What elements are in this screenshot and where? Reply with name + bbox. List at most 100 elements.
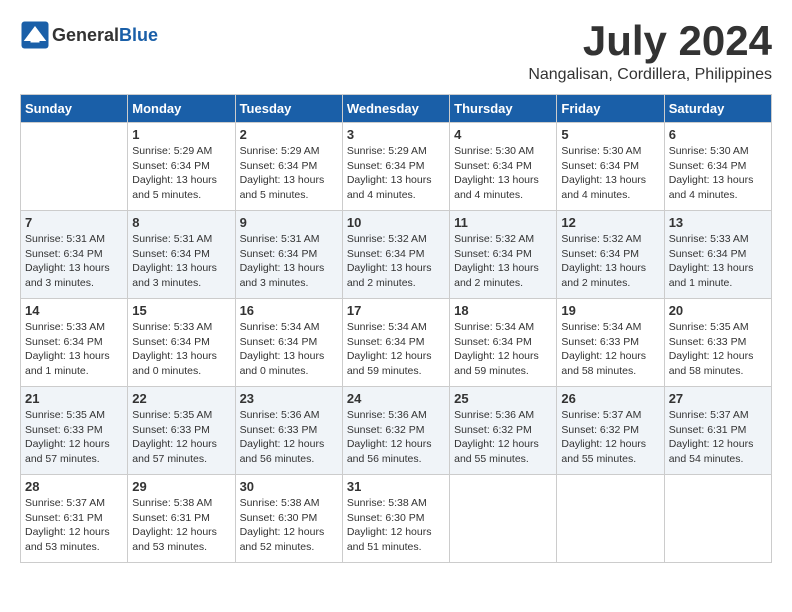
- sunrise-text: Sunrise: 5:33 AM: [669, 233, 749, 245]
- day-number: 24: [347, 391, 445, 406]
- day-info: Sunrise: 5:30 AM Sunset: 6:34 PM Daylight:…: [669, 144, 767, 203]
- sunrise-text: Sunrise: 5:29 AM: [240, 145, 320, 157]
- calendar-week-row: 7Sunrise: 5:31 AMSunset: 6:34 PMDaylight…: [21, 211, 772, 299]
- day-number: 3: [347, 127, 445, 142]
- sunset-text: Sunset: 6:34 PM: [25, 248, 103, 260]
- sunset-text: Sunset: 6:34 PM: [240, 160, 318, 172]
- sunrise-text: Sunrise: 5:34 AM: [561, 321, 641, 333]
- weekday-header: Friday: [557, 95, 664, 123]
- calendar-cell: 16Sunrise: 5:34 AMSunset: 6:34 PMDayligh…: [235, 299, 342, 387]
- day-info: Sunrise: 5:30 AMSunset: 6:34 PMDaylight:…: [454, 144, 552, 203]
- day-info: Sunrise: 5:33 AMSunset: 6:34 PMDaylight:…: [132, 320, 230, 379]
- day-number: 23: [240, 391, 338, 406]
- day-number: 12: [561, 215, 659, 230]
- weekday-header: Sunday: [21, 95, 128, 123]
- month-year-title: July 2024: [528, 20, 772, 62]
- day-number: 17: [347, 303, 445, 318]
- calendar-cell: 5Sunrise: 5:30 AMSunset: 6:34 PMDaylight…: [557, 123, 664, 211]
- calendar-cell: 14Sunrise: 5:33 AMSunset: 6:34 PMDayligh…: [21, 299, 128, 387]
- day-info: Sunrise: 5:37 AMSunset: 6:31 PMDaylight:…: [669, 408, 767, 467]
- sunset-text: Sunset: 6:34 PM: [669, 248, 747, 260]
- daylight-text: Daylight: 13 hours and 4 minutes.: [347, 174, 432, 201]
- day-info: Sunrise: 5:31 AMSunset: 6:34 PMDaylight:…: [25, 232, 123, 291]
- sunset-text: Sunset: 6:32 PM: [561, 424, 639, 436]
- sunset-text: Sunset: 6:34 PM: [669, 160, 747, 172]
- sunrise-text: Sunrise: 5:29 AM: [132, 145, 212, 157]
- day-info: Sunrise: 5:38 AMSunset: 6:31 PMDaylight:…: [132, 496, 230, 555]
- sunrise-text: Sunrise: 5:30 AM: [669, 145, 749, 157]
- day-number: 19: [561, 303, 659, 318]
- sunrise-text: Sunrise: 5:35 AM: [669, 321, 749, 333]
- calendar-cell: 31Sunrise: 5:38 AMSunset: 6:30 PMDayligh…: [342, 475, 449, 563]
- calendar-cell: 12Sunrise: 5:32 AMSunset: 6:34 PMDayligh…: [557, 211, 664, 299]
- daylight-text: Daylight: 13 hours and 5 minutes.: [132, 174, 217, 201]
- calendar-cell: 2Sunrise: 5:29 AMSunset: 6:34 PMDaylight…: [235, 123, 342, 211]
- daylight-text: Daylight: 13 hours and 3 minutes.: [132, 262, 217, 289]
- daylight-text: Daylight: 13 hours and 1 minute.: [669, 262, 754, 289]
- sunset-text: Sunset: 6:33 PM: [132, 424, 210, 436]
- calendar-cell: 9Sunrise: 5:31 AMSunset: 6:34 PMDaylight…: [235, 211, 342, 299]
- daylight-text: Daylight: 13 hours and 4 minutes.: [669, 174, 754, 201]
- sunset-text: Sunset: 6:34 PM: [240, 248, 318, 260]
- daylight-text: Daylight: 13 hours and 2 minutes.: [561, 262, 646, 289]
- calendar-cell: 3Sunrise: 5:29 AMSunset: 6:34 PMDaylight…: [342, 123, 449, 211]
- calendar-cell: 22Sunrise: 5:35 AMSunset: 6:33 PMDayligh…: [128, 387, 235, 475]
- calendar-cell: 21Sunrise: 5:35 AMSunset: 6:33 PMDayligh…: [21, 387, 128, 475]
- calendar-cell: [450, 475, 557, 563]
- calendar-cell: 1Sunrise: 5:29 AMSunset: 6:34 PMDaylight…: [128, 123, 235, 211]
- daylight-text: Daylight: 12 hours and 59 minutes.: [454, 350, 539, 377]
- calendar-cell: 13Sunrise: 5:33 AMSunset: 6:34 PMDayligh…: [664, 211, 771, 299]
- calendar-cell: 19Sunrise: 5:34 AMSunset: 6:33 PMDayligh…: [557, 299, 664, 387]
- sunset-text: Sunset: 6:34 PM: [454, 248, 532, 260]
- daylight-text: Daylight: 12 hours and 57 minutes.: [132, 438, 217, 465]
- sunset-text: Sunset: 6:34 PM: [454, 160, 532, 172]
- calendar-week-row: 21Sunrise: 5:35 AMSunset: 6:33 PMDayligh…: [21, 387, 772, 475]
- day-number: 11: [454, 215, 552, 230]
- weekday-header-row: SundayMondayTuesdayWednesdayThursdayFrid…: [21, 95, 772, 123]
- day-number: 9: [240, 215, 338, 230]
- logo-blue-text: Blue: [119, 25, 158, 45]
- day-info: Sunrise: 5:38 AMSunset: 6:30 PMDaylight:…: [240, 496, 338, 555]
- daylight-text: Daylight: 12 hours and 57 minutes.: [25, 438, 110, 465]
- calendar-cell: 11Sunrise: 5:32 AMSunset: 6:34 PMDayligh…: [450, 211, 557, 299]
- sunset-text: Sunset: 6:34 PM: [240, 336, 318, 348]
- day-number: 4: [454, 127, 552, 142]
- day-info: Sunrise: 5:32 AMSunset: 6:34 PMDaylight:…: [454, 232, 552, 291]
- sunrise-text: Sunrise: 5:29 AM: [347, 145, 427, 157]
- sunset-text: Sunset: 6:30 PM: [240, 512, 318, 524]
- daylight-text: Daylight: 12 hours and 55 minutes.: [454, 438, 539, 465]
- day-info: Sunrise: 5:33 AMSunset: 6:34 PMDaylight:…: [25, 320, 123, 379]
- day-number: 31: [347, 479, 445, 494]
- sunrise-text: Sunrise: 5:31 AM: [25, 233, 105, 245]
- day-info: Sunrise: 5:36 AMSunset: 6:33 PMDaylight:…: [240, 408, 338, 467]
- day-number: 27: [669, 391, 767, 406]
- weekday-header: Saturday: [664, 95, 771, 123]
- calendar-cell: 26Sunrise: 5:37 AMSunset: 6:32 PMDayligh…: [557, 387, 664, 475]
- day-number: 2: [240, 127, 338, 142]
- sunrise-text: Sunrise: 5:32 AM: [454, 233, 534, 245]
- day-info: Sunrise: 5:34 AMSunset: 6:34 PMDaylight:…: [454, 320, 552, 379]
- day-number: 6: [669, 127, 767, 142]
- sunrise-text: Sunrise: 5:37 AM: [25, 497, 105, 509]
- sunrise-text: Sunrise: 5:34 AM: [240, 321, 320, 333]
- calendar-cell: 25Sunrise: 5:36 AMSunset: 6:32 PMDayligh…: [450, 387, 557, 475]
- calendar-cell: 17Sunrise: 5:34 AMSunset: 6:34 PMDayligh…: [342, 299, 449, 387]
- logo-general-text: General: [52, 25, 119, 45]
- sunset-text: Sunset: 6:34 PM: [132, 336, 210, 348]
- day-info: Sunrise: 5:34 AMSunset: 6:33 PMDaylight:…: [561, 320, 659, 379]
- day-info: Sunrise: 5:32 AMSunset: 6:34 PMDaylight:…: [347, 232, 445, 291]
- weekday-header: Monday: [128, 95, 235, 123]
- sunrise-text: Sunrise: 5:32 AM: [347, 233, 427, 245]
- sunset-text: Sunset: 6:30 PM: [347, 512, 425, 524]
- day-info: Sunrise: 5:37 AMSunset: 6:32 PMDaylight:…: [561, 408, 659, 467]
- daylight-text: Daylight: 13 hours and 0 minutes.: [132, 350, 217, 377]
- sunrise-text: Sunrise: 5:34 AM: [347, 321, 427, 333]
- day-number: 25: [454, 391, 552, 406]
- sunrise-text: Sunrise: 5:37 AM: [561, 409, 641, 421]
- sunset-text: Sunset: 6:32 PM: [347, 424, 425, 436]
- sunrise-text: Sunrise: 5:38 AM: [347, 497, 427, 509]
- sunset-text: Sunset: 6:33 PM: [561, 336, 639, 348]
- day-number: 16: [240, 303, 338, 318]
- daylight-text: Daylight: 12 hours and 53 minutes.: [132, 526, 217, 553]
- calendar-cell: 4 Sunrise: 5:30 AMSunset: 6:34 PMDaylight…: [450, 123, 557, 211]
